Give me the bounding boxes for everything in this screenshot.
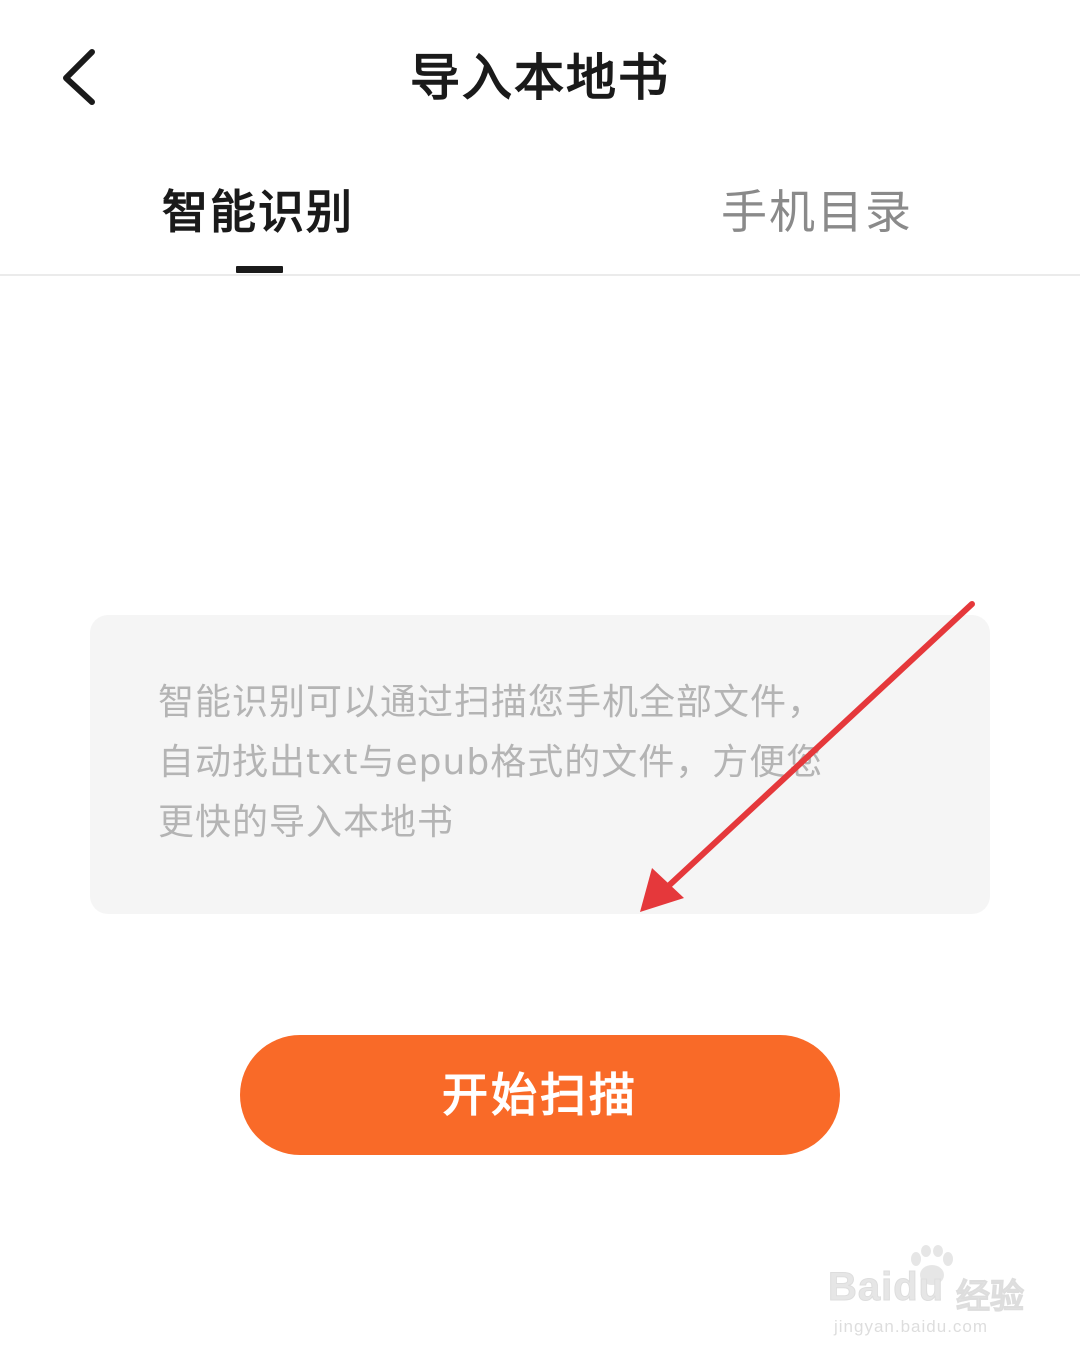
info-line: 更快的导入本地书 <box>158 802 455 843</box>
watermark-suffix: 经验 <box>956 1277 1025 1318</box>
top-bar: 导入本地书 <box>0 0 1080 160</box>
tab-smart-recognition[interactable]: 智能识别 <box>108 182 408 242</box>
info-line: 智能识别可以通过扫描您手机全部文件， <box>158 682 825 723</box>
info-line: 自动找出txt与epub格式的文件，方便您 <box>158 742 824 783</box>
info-card: 智能识别可以通过扫描您手机全部文件， 自动找出txt与epub格式的文件，方便您… <box>90 615 990 914</box>
tab-phone-directory[interactable]: 手机目录 <box>667 182 967 242</box>
watermark-brand: Baidu <box>827 1265 945 1310</box>
baidu-jingyan-watermark: Baidu 经验 jingyan.baidu.com <box>827 1245 1048 1345</box>
start-scan-button[interactable]: 开始扫描 <box>240 1035 840 1155</box>
info-description: 智能识别可以通过扫描您手机全部文件， 自动找出txt与epub格式的文件，方便您… <box>158 673 908 853</box>
tab-bar: 智能识别 手机目录 <box>0 160 1080 276</box>
watermark-url: jingyan.baidu.com <box>834 1317 989 1336</box>
page-title: 导入本地书 <box>410 49 670 107</box>
active-tab-indicator <box>236 266 283 273</box>
